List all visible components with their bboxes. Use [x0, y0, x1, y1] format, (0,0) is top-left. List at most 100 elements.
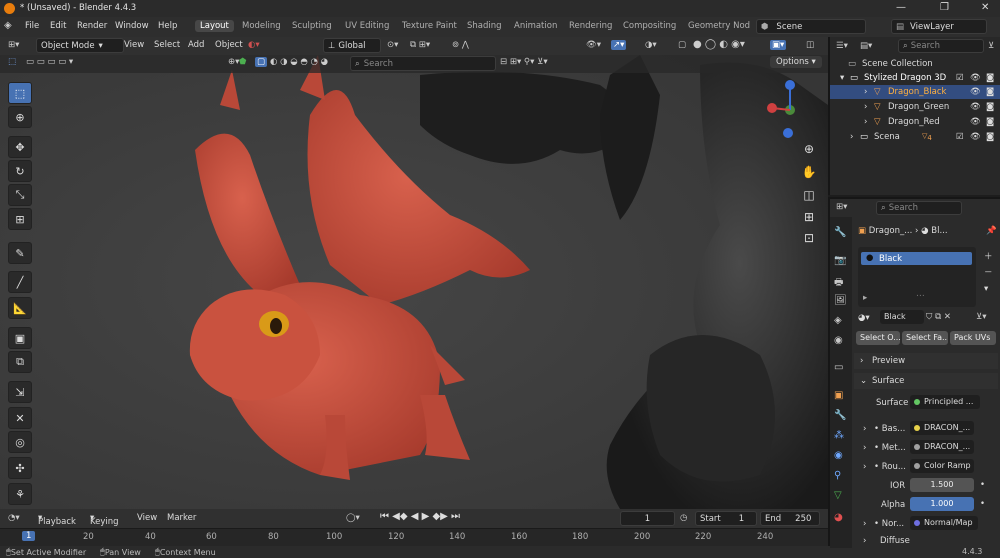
close-button[interactable]: ✕	[981, 2, 989, 13]
modifier-tab-icon[interactable]: 🔧	[834, 410, 846, 421]
annotate-line-tool-icon[interactable]: ╱	[8, 271, 32, 293]
display-mode-icon[interactable]: ▤▾	[860, 41, 872, 51]
properties-search-input[interactable]: ⌕ Search	[876, 201, 962, 215]
eye-icon[interactable]: 👁	[970, 132, 981, 142]
filter-icons[interactable]: ⊟ ⊞▾ ⚲▾ ⊻▾	[500, 57, 548, 67]
shear-tool-icon[interactable]: ⇲	[8, 381, 32, 403]
normal-field[interactable]: Normal/Map	[910, 516, 978, 530]
tab-uv-editing[interactable]: UV Editing	[345, 21, 389, 31]
orientation-dropdown[interactable]: ⊥ Global	[323, 38, 381, 53]
scene-collection-row[interactable]: ▭ Scene Collection	[830, 57, 1000, 71]
current-frame-field[interactable]: 1	[620, 511, 675, 526]
render-tab-icon[interactable]: 📷	[834, 255, 846, 266]
camera-render-icon[interactable]: ◙	[986, 132, 994, 142]
properties-editor-icon[interactable]: ⊞▾	[836, 202, 847, 212]
keyframe-dot-icon[interactable]: •	[980, 499, 985, 509]
eye-icon[interactable]: 👁	[970, 73, 981, 83]
pack-uvs-button[interactable]: Pack UVs	[950, 331, 996, 345]
tab-sculpting[interactable]: Sculpting	[292, 21, 332, 31]
menu-add[interactable]: Add	[188, 40, 204, 50]
material-slot-item[interactable]: ● Black	[861, 252, 972, 265]
data-tab-icon[interactable]: ▽	[834, 490, 842, 501]
playhead[interactable]: 1	[22, 531, 36, 541]
base-color-field[interactable]: DRACON_...	[910, 421, 974, 435]
material-name-field[interactable]: Black	[880, 310, 924, 324]
viewport-search-input[interactable]: ⌕ Search	[350, 56, 496, 71]
material-browse-icon[interactable]: ◕▾	[858, 313, 870, 323]
keyframe-dot-icon[interactable]: •	[980, 480, 985, 490]
view-layer-selector[interactable]: ▤ ViewLayer	[891, 19, 987, 34]
material-actions-icons[interactable]: ⛉ ⧉ ✕	[926, 312, 951, 322]
filter-icon[interactable]: ▢	[255, 57, 268, 67]
particles-tab-icon[interactable]: ⁂	[834, 430, 844, 441]
cursor-tool-icon[interactable]: ⊕	[8, 106, 32, 128]
scene-tab-icon[interactable]: ◈	[834, 315, 842, 326]
physics-tab-icon[interactable]: ◉	[834, 450, 843, 461]
filter-options-icons[interactable]: ◐ ◑ ◒ ◓ ◔ ◕	[270, 57, 328, 67]
preview-panel-header[interactable]: › Preview	[854, 353, 998, 369]
keying-menu[interactable]: Keying ▾	[90, 513, 119, 527]
drag-handle-icon[interactable]: ⋯	[916, 291, 925, 301]
perspective-icon[interactable]: ⊡	[797, 231, 821, 251]
annotate-tool-icon[interactable]: ✎	[8, 242, 32, 264]
outliner-item-dragon-red[interactable]: › ▽ Dragon_Red 👁 ◙	[830, 115, 1000, 129]
marker-menu[interactable]: Marker	[167, 513, 196, 523]
select-faces-button[interactable]: Select Fa...	[902, 331, 948, 345]
render-icon[interactable]: ◫	[806, 40, 814, 50]
grid-icon[interactable]: ⊞	[797, 210, 821, 230]
maximize-button[interactable]: ❐	[940, 2, 949, 13]
move-tool-icon[interactable]: ✥	[8, 136, 32, 158]
proportional-edit-icon[interactable]: ⊚ ⋀	[452, 40, 469, 50]
3d-viewport[interactable]: ⬚ ▭ ▭ ▭ ▭ ▾ ⊕▾ ⬟ ▢ ◐ ◑ ◒ ◓ ◔ ◕ ⌕ Search ⊟…	[0, 55, 828, 509]
tab-texture-paint[interactable]: Texture Paint	[402, 21, 457, 31]
outliner-search-input[interactable]: ⌕ Search	[898, 39, 984, 53]
expand-arrow-icon[interactable]: ›	[864, 102, 867, 112]
timeline-view-menu[interactable]: View	[137, 513, 157, 523]
expand-arrow-icon[interactable]: ›	[863, 443, 866, 453]
add-slot-button[interactable]: ＋	[984, 250, 993, 262]
options-dropdown[interactable]: Options ▾	[770, 56, 822, 68]
camera-render-icon[interactable]: ◙	[986, 73, 994, 83]
expand-arrow-icon[interactable]: ›	[850, 132, 853, 142]
shading-modes-icon[interactable]: ● ◯ ◐ ◉▾	[693, 39, 745, 50]
scene-selector[interactable]: ⬢ Scene	[756, 19, 866, 34]
menu-file[interactable]: File	[25, 21, 39, 31]
pan-hand-icon[interactable]: ✋	[797, 165, 821, 185]
slot-menu-icon[interactable]: ▾	[984, 284, 988, 294]
menu-render[interactable]: Render	[77, 21, 107, 31]
playback-menu[interactable]: Playback ▾	[38, 513, 76, 527]
outliner-editor-icon[interactable]: ☰▾	[836, 41, 848, 51]
checkbox-icon[interactable]: ☑	[956, 132, 964, 142]
xray-icon[interactable]: ▢	[678, 40, 686, 50]
camera-view-icon[interactable]: ▣▾	[770, 40, 787, 50]
diffuse-panel-label[interactable]: Diffuse	[880, 536, 910, 546]
tab-geometry-nodes[interactable]: Geometry Node	[688, 21, 750, 31]
overlay-icon[interactable]: ◑▾	[645, 40, 657, 50]
tab-shading[interactable]: Shading	[467, 21, 502, 31]
gizmo-toggle-icon[interactable]: ↗▾	[611, 40, 627, 50]
expand-arrow-icon[interactable]: ›	[863, 424, 866, 434]
expand-arrow-icon[interactable]: ›	[863, 462, 866, 472]
select-mode-icons[interactable]: ▭ ▭ ▭ ▭ ▾	[26, 57, 73, 67]
camera-render-icon[interactable]: ◙	[986, 117, 994, 127]
outliner-item-dragon-green[interactable]: › ▽ Dragon_Green 👁 ◙	[830, 100, 1000, 114]
collection-row[interactable]: ▾ ▭ Stylized Dragon 3D ☑ 👁 ◙	[830, 71, 1000, 85]
timeline-ruler[interactable]: 1 20 40 60 80 100 120 140 160 180 200 22…	[0, 528, 828, 546]
camera-icon[interactable]: ◫	[797, 188, 821, 208]
record-icon[interactable]: ◯▾	[346, 513, 360, 523]
end-frame-field[interactable]: End 250	[760, 511, 820, 526]
snap-icon[interactable]: ⧉ ⊞▾	[410, 40, 430, 50]
eye-icon[interactable]: 👁	[970, 87, 981, 97]
select-objects-button[interactable]: Select O...	[856, 331, 900, 345]
expand-arrow-icon[interactable]: ▾	[840, 73, 844, 83]
extrude-tool-icon[interactable]: ⧉	[8, 351, 32, 373]
visibility-icon[interactable]: 👁▾	[586, 40, 601, 50]
shrink-tool-icon[interactable]: ✣	[8, 457, 32, 479]
pin-icon[interactable]: 📌	[986, 226, 997, 236]
ior-field[interactable]: 1.500	[910, 478, 974, 492]
camera-render-icon[interactable]: ◙	[986, 87, 994, 97]
menu-help[interactable]: Help	[158, 21, 177, 31]
pivot-icon[interactable]: ⊙▾	[387, 40, 398, 50]
rotate-tool-icon[interactable]: ↻	[8, 160, 32, 182]
surface-panel-header[interactable]: ⌄ Surface	[854, 373, 998, 389]
